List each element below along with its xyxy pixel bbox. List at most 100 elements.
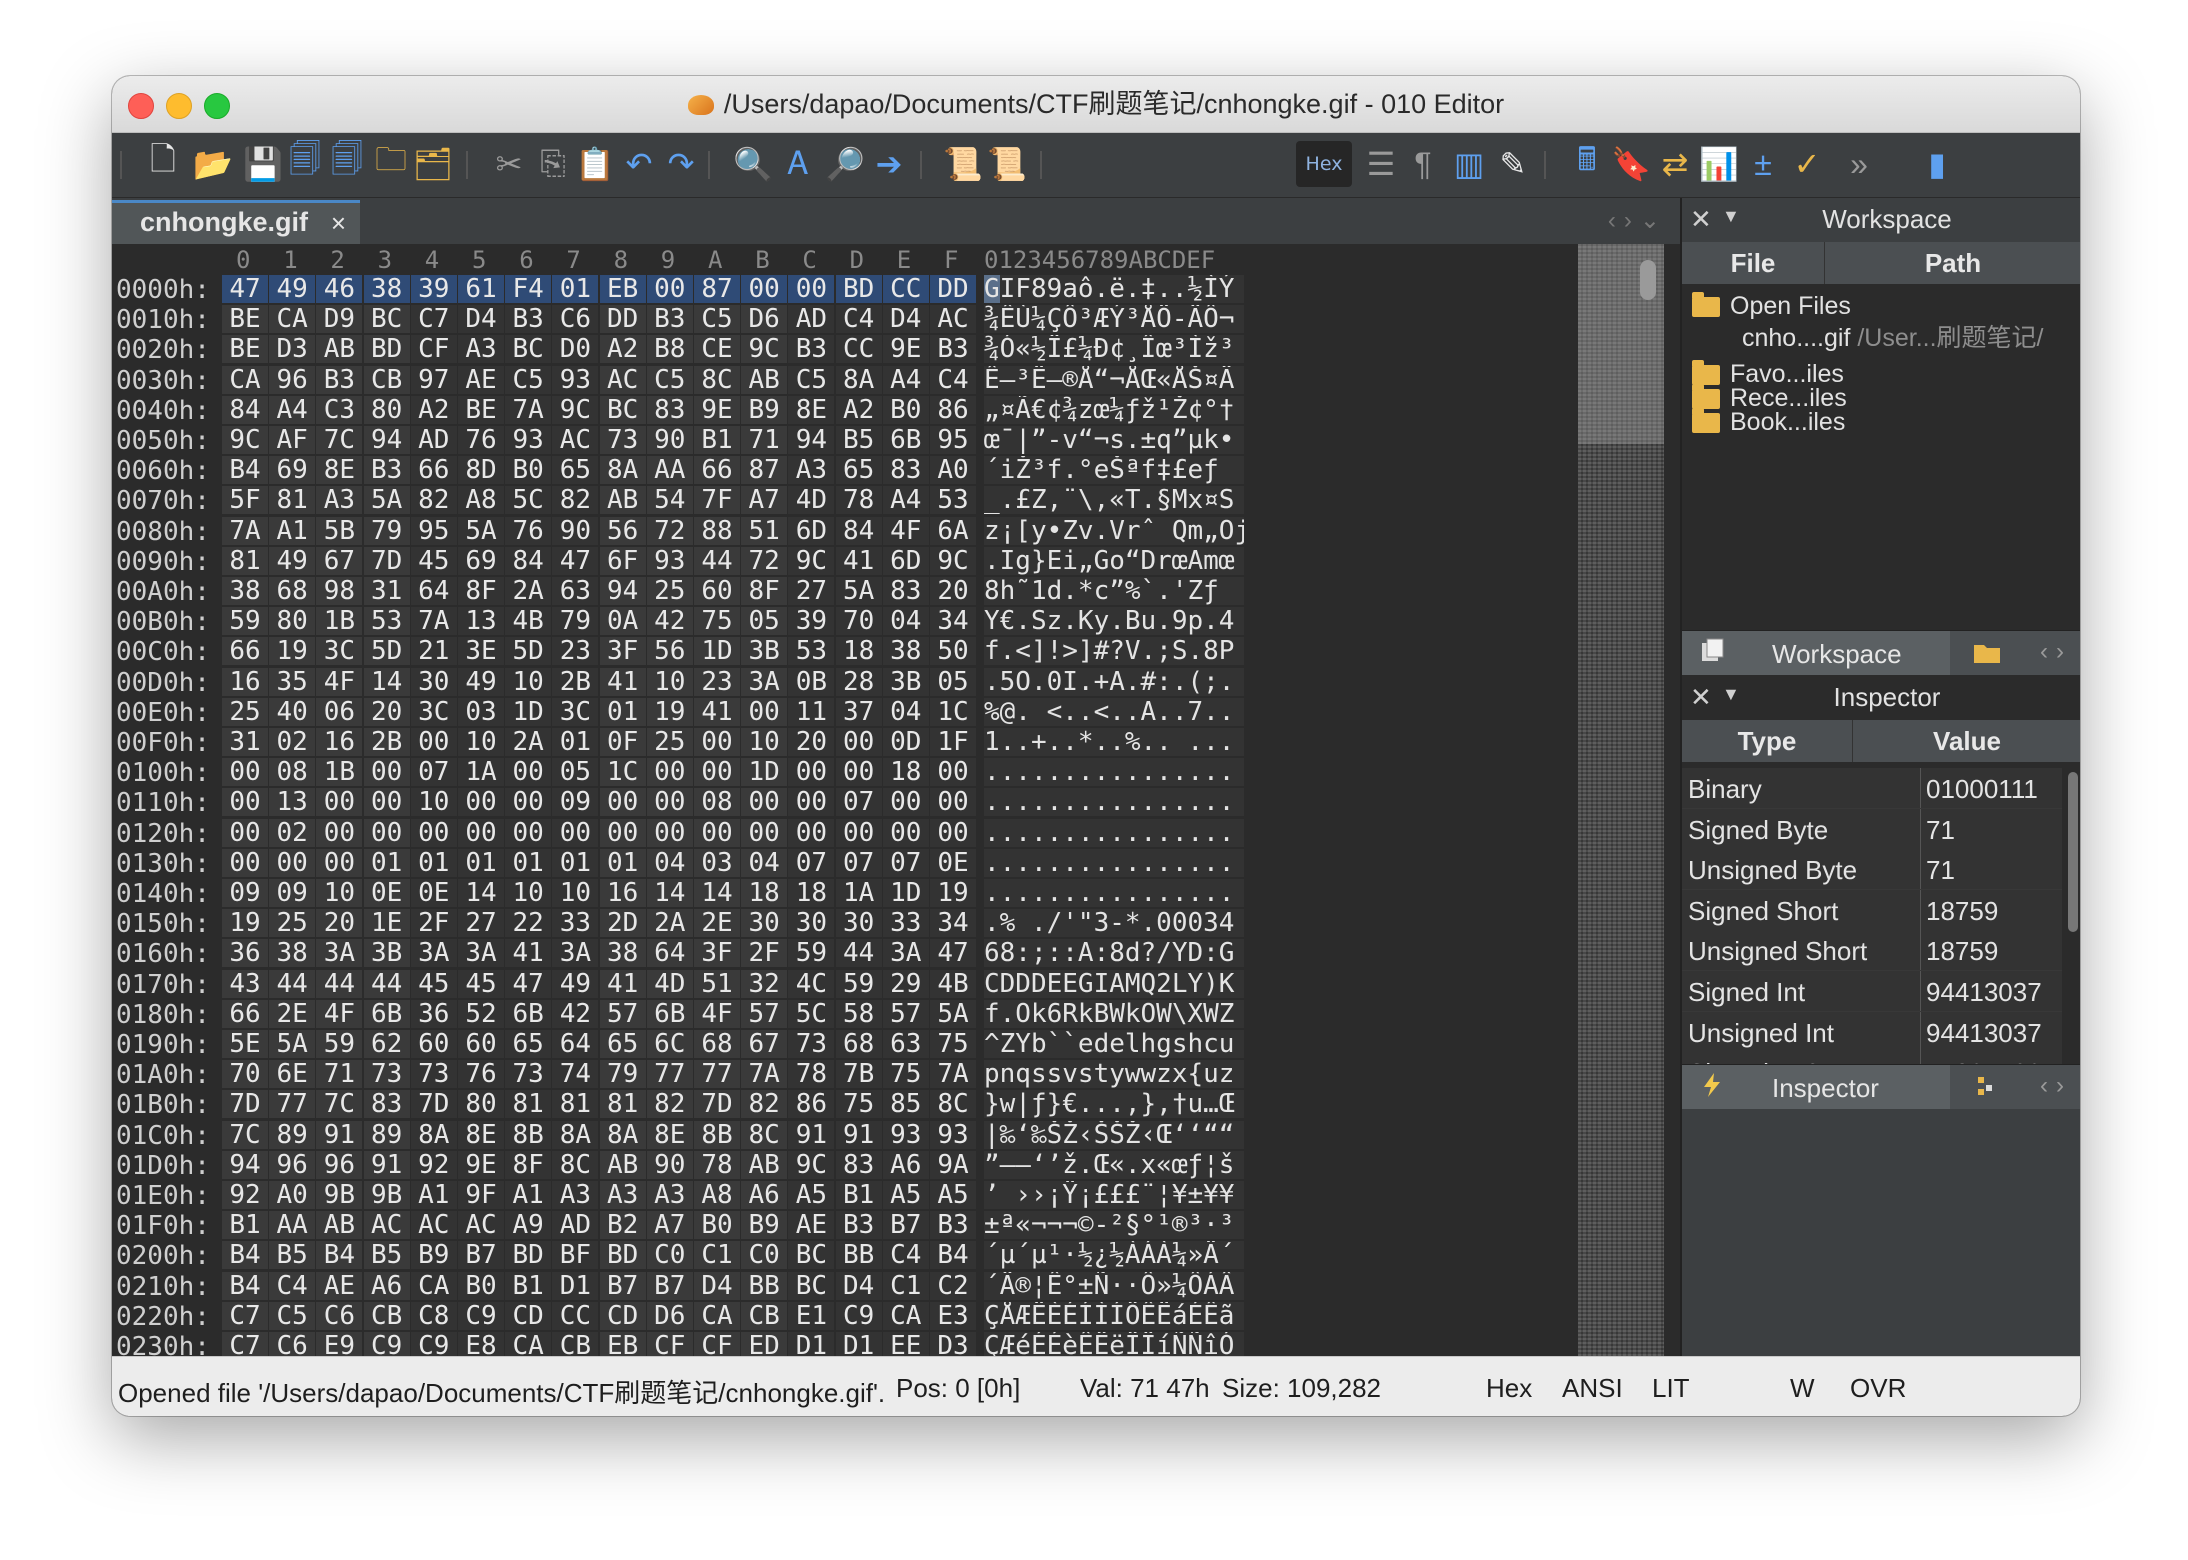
hex-byte[interactable]: 87 xyxy=(741,456,788,485)
hex-byte[interactable]: 07 xyxy=(882,848,929,877)
hex-byte[interactable]: B9 xyxy=(741,395,788,424)
hex-byte[interactable]: 2F xyxy=(741,939,788,968)
hex-byte[interactable]: 75 xyxy=(694,607,740,636)
hex-byte[interactable]: 9C xyxy=(552,395,599,424)
hex-byte[interactable]: C5 xyxy=(505,365,552,394)
ascii-text[interactable]: f.Ok6RkBWkOW\XWZ xyxy=(984,999,1244,1028)
hex-byte[interactable]: C6 xyxy=(552,305,599,334)
hex-byte[interactable]: 2E xyxy=(694,909,740,938)
undo-icon[interactable]: ↶ xyxy=(618,143,660,185)
hex-byte[interactable]: 92 xyxy=(222,1181,268,1209)
status-ovr[interactable]: OVR xyxy=(1850,1373,1906,1404)
hex-byte[interactable]: 41 xyxy=(599,667,646,696)
hex-byte[interactable]: C9 xyxy=(363,1332,410,1356)
hex-byte[interactable]: 9E xyxy=(882,335,929,364)
hex-byte[interactable]: 1E xyxy=(363,909,410,938)
ascii-text[interactable]: 68:;::A:8d?/YD:G xyxy=(984,939,1244,968)
tree-item-open-files[interactable]: Open Files xyxy=(1692,290,1851,322)
hex-byte[interactable]: 4B xyxy=(505,607,552,636)
hex-byte[interactable]: 5A xyxy=(458,516,504,545)
hex-byte[interactable]: 38 xyxy=(599,939,646,968)
hex-byte[interactable]: 00 xyxy=(835,728,882,756)
hex-byte[interactable]: BB xyxy=(741,1271,788,1300)
hex-byte[interactable]: AB xyxy=(599,486,646,515)
hex-byte[interactable]: 68 xyxy=(269,577,316,605)
hex-byte[interactable]: 07 xyxy=(410,758,457,787)
hex-byte[interactable]: 81 xyxy=(222,546,268,575)
hex-row[interactable]: 0170h: 43 44 44 44 45 45 47 49 41 4D 51 32 4C 59 29 4B CD… xyxy=(112,969,1578,1000)
hex-byte[interactable]: D3 xyxy=(269,335,316,364)
hex-byte[interactable]: 7D xyxy=(694,1090,740,1119)
hex-byte[interactable]: 9B xyxy=(316,1181,363,1209)
hex-byte[interactable]: 44 xyxy=(269,969,316,998)
dock-scroll-arrows[interactable]: ‹› xyxy=(2040,1072,2072,1100)
hex-byte[interactable]: 00 xyxy=(552,818,599,847)
hex-byte[interactable]: BC xyxy=(505,335,552,364)
hex-byte[interactable]: 83 xyxy=(882,577,929,605)
ascii-text[interactable]: ¾Ó«½Ï£¼Ð¢¸Îœ³Ìž³ xyxy=(984,335,1244,364)
hex-byte[interactable]: A6 xyxy=(363,1271,410,1300)
hex-byte[interactable]: 2A xyxy=(646,909,693,938)
hex-row[interactable]: 01C0h: 7C 89 91 89 8A 8E 8B 8A 8A 8E 8B 8C 91 91 93 93 |‰… xyxy=(112,1120,1578,1151)
hex-row[interactable]: 0160h: 36 38 3A 3B 3A 3A 41 3A 38 64 3F 2F 59 44 3A 47 68… xyxy=(112,938,1578,969)
hex-byte[interactable]: 77 xyxy=(646,1060,693,1089)
hex-byte[interactable]: 74 xyxy=(552,1060,599,1089)
tab-cnhongke-gif[interactable]: cnhongke.gif × xyxy=(112,200,360,244)
hex-byte[interactable]: 79 xyxy=(599,1060,646,1089)
hex-byte[interactable]: CA xyxy=(694,1301,740,1330)
inspector-row[interactable]: Signed Short 18759 xyxy=(1682,889,2062,931)
run-template-icon[interactable]: 📜 xyxy=(986,143,1028,185)
hex-byte[interactable]: 29 xyxy=(882,969,929,998)
hex-byte[interactable]: B7 xyxy=(599,1271,646,1300)
hex-byte[interactable]: 59 xyxy=(316,1030,363,1058)
ascii-text[interactable]: ¾ÊÙ¼ÇÔ³ÆÝ³ÅÖ-ÄÔ¬ xyxy=(984,305,1244,334)
hex-byte[interactable]: 1F xyxy=(930,728,976,756)
hex-byte[interactable]: 73 xyxy=(410,1060,457,1089)
hex-byte[interactable]: 64 xyxy=(646,939,693,968)
hex-byte[interactable]: 70 xyxy=(835,607,882,636)
goto-icon[interactable]: ➔ xyxy=(868,143,910,185)
hex-byte[interactable]: 00 xyxy=(458,788,504,817)
hex-byte[interactable]: 5E xyxy=(222,1030,268,1058)
hex-byte[interactable]: 05 xyxy=(552,758,599,787)
status-size[interactable]: Size: 109,282 xyxy=(1222,1373,1381,1404)
hex-byte[interactable]: C1 xyxy=(694,1241,740,1270)
hex-byte[interactable]: 19 xyxy=(269,637,316,666)
inspector-row[interactable]: Unsigned Short 18759 xyxy=(1682,930,2062,972)
hex-byte[interactable]: 00 xyxy=(646,758,693,787)
ascii-text[interactable]: }w|ƒ}€...‚}‚†u…Œ xyxy=(984,1090,1244,1119)
calculator-icon[interactable]: 🖩 xyxy=(1566,141,1608,185)
hex-byte[interactable]: 93 xyxy=(882,1120,929,1149)
ascii-text[interactable]: ”––‘’ž.Œ«.x«œƒ¦š xyxy=(984,1150,1244,1179)
hex-byte[interactable]: 94 xyxy=(599,577,646,605)
ascii-text[interactable]: GIF89aô.ë.‡..½ÌÝ xyxy=(984,275,1244,303)
hex-byte[interactable]: 00 xyxy=(269,848,316,877)
hex-byte[interactable]: 5C xyxy=(505,486,552,515)
hex-byte[interactable]: CA xyxy=(882,1301,929,1330)
hex-byte[interactable]: AC xyxy=(599,365,646,394)
hex-byte[interactable]: 75 xyxy=(882,1060,929,1089)
hex-byte[interactable]: 02 xyxy=(269,728,316,756)
hex-byte[interactable]: 39 xyxy=(788,607,835,636)
hex-byte[interactable]: 21 xyxy=(410,637,457,666)
hex-byte[interactable]: 23 xyxy=(552,637,599,666)
hex-byte[interactable]: CB xyxy=(363,365,410,394)
hex-byte[interactable]: 6B xyxy=(363,999,410,1028)
hex-byte[interactable]: 49 xyxy=(458,667,504,696)
hex-byte[interactable]: 00 xyxy=(882,818,929,847)
hex-byte[interactable]: 82 xyxy=(552,486,599,515)
hex-byte[interactable]: 3B xyxy=(363,939,410,968)
hex-byte[interactable]: B4 xyxy=(222,1271,268,1300)
checksum-icon[interactable]: ± xyxy=(1742,143,1784,185)
value-column-header[interactable]: Value xyxy=(1852,720,2080,762)
hex-byte[interactable]: 8F xyxy=(741,577,788,605)
hex-byte[interactable]: 00 xyxy=(410,818,457,847)
ascii-text[interactable]: _.£Z‚¨\‚«T.§Mx¤S xyxy=(984,486,1244,515)
hex-byte[interactable]: 6B xyxy=(505,999,552,1028)
hex-byte[interactable]: 04 xyxy=(741,848,788,877)
workspace-dock-tab[interactable]: Workspace ‹› xyxy=(1682,630,2080,675)
hex-byte[interactable]: 33 xyxy=(882,909,929,938)
hex-byte[interactable]: 72 xyxy=(646,516,693,545)
hex-byte[interactable]: 6B xyxy=(646,999,693,1028)
hex-byte[interactable]: 00 xyxy=(930,788,976,817)
